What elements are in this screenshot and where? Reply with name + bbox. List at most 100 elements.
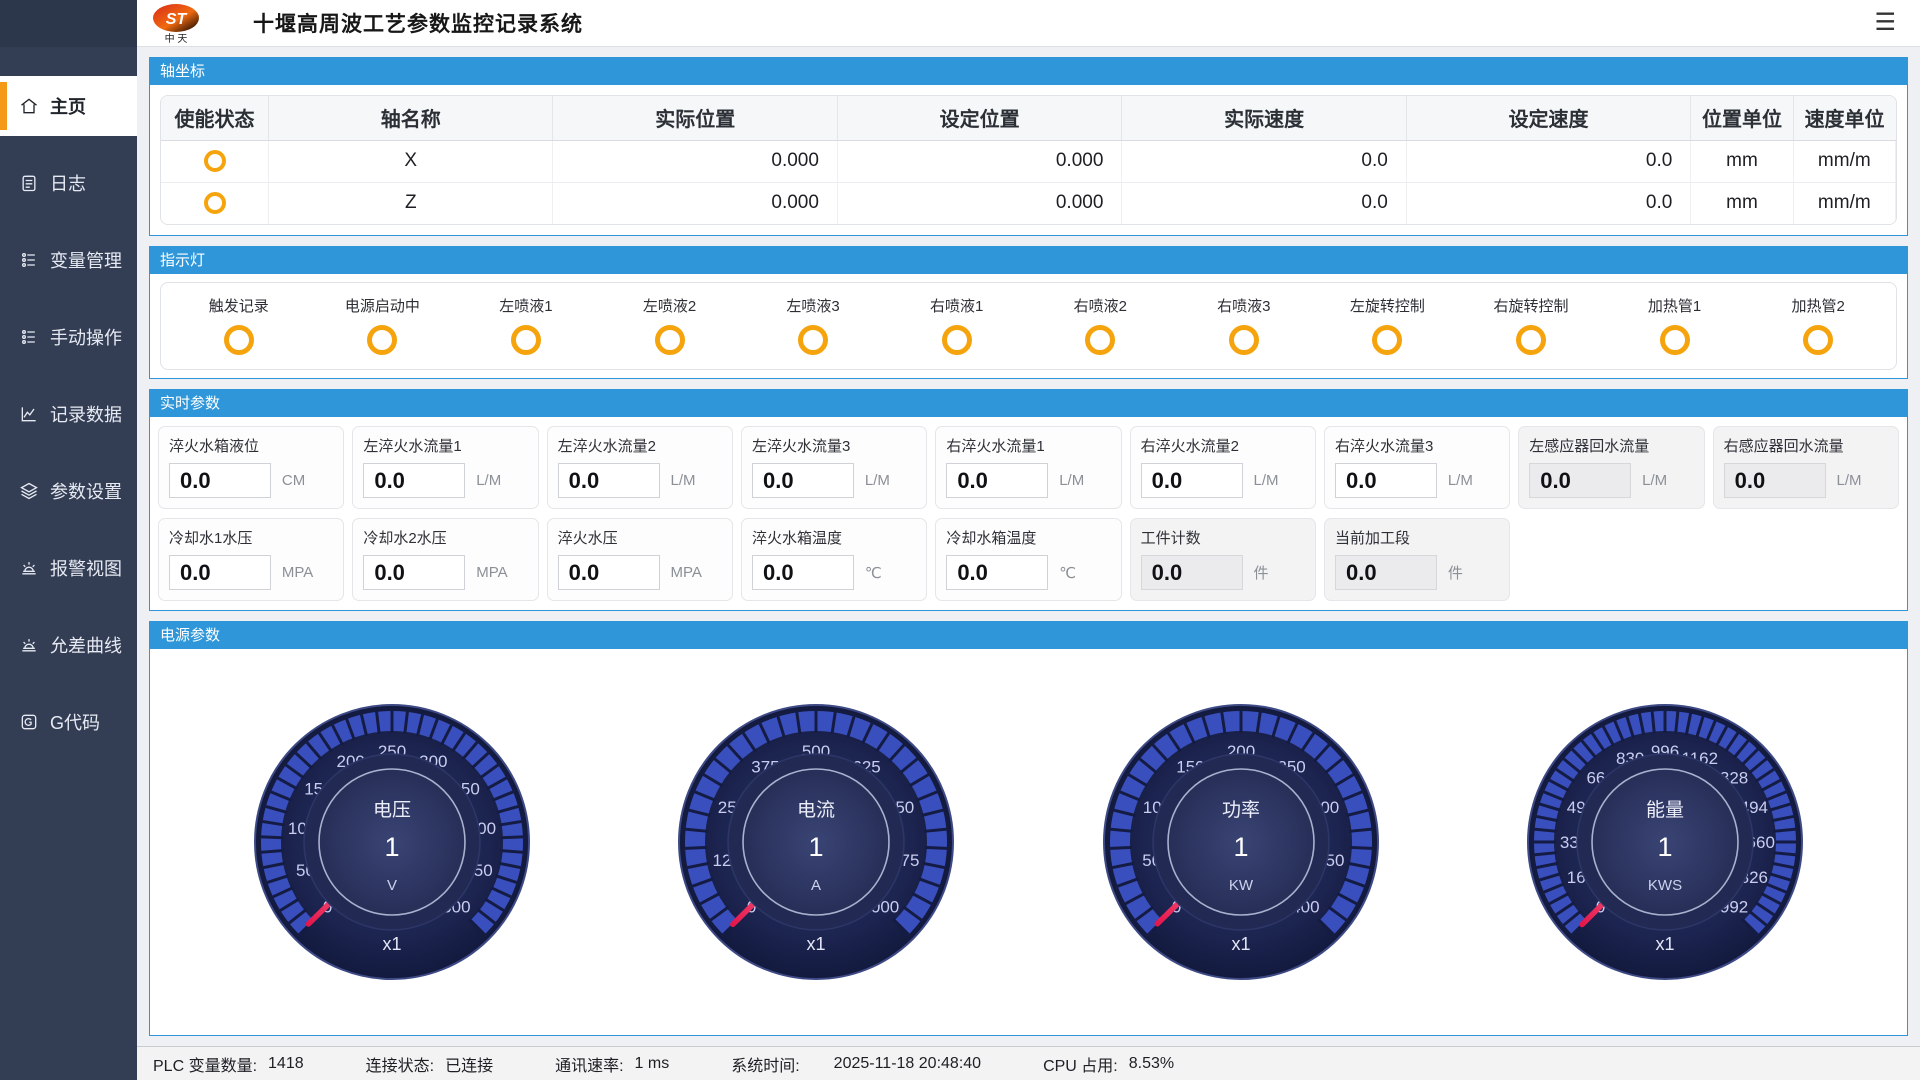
- sidebar-item-home[interactable]: 主页: [0, 76, 137, 136]
- indicator-item: 右喷液2: [1028, 295, 1172, 355]
- sidebar-item-label: 参数设置: [50, 478, 122, 504]
- realtime-param-card: 左淬火水流量20.0L/M: [547, 426, 733, 509]
- param-line: 0.0 ℃: [752, 555, 916, 590]
- hamburger-icon[interactable]: ☰: [1868, 7, 1902, 39]
- indicator-item: 左喷液2: [598, 295, 742, 355]
- realtime-param-card: 左淬火水流量30.0L/M: [741, 426, 927, 509]
- axis-col-header: 使能状态: [161, 96, 269, 140]
- indicator-item: 加热管1: [1603, 295, 1747, 355]
- list-icon: [18, 249, 40, 271]
- param-value-input[interactable]: 0.0: [169, 555, 271, 590]
- gauge-电压: 050100150200250300350400450500电压1Vx1: [252, 702, 532, 982]
- param-unit: L/M: [1448, 472, 1473, 489]
- axis-col-header: 位置单位: [1691, 96, 1793, 140]
- logo-caption: 中 天: [165, 32, 188, 44]
- param-value-input[interactable]: 0.0: [1724, 463, 1826, 498]
- status-label: 系统时间:: [731, 1052, 799, 1076]
- gcode-icon: [18, 711, 40, 733]
- indicator-item: 左喷液3: [741, 295, 885, 355]
- realtime-param-card: 淬火水压0.0MPA: [547, 518, 733, 601]
- sidebar: 主页日志变量管理手动操作记录数据参数设置报警视图允差曲线 G代码: [0, 0, 137, 1080]
- sidebar-item-label: 手动操作: [50, 324, 122, 350]
- indicator-lamp-icon: [942, 325, 972, 355]
- status-item: PLC 变量数量:1418: [153, 1052, 304, 1076]
- sidebar-item-label: 日志: [50, 170, 86, 196]
- table-row: X0.0000.0000.00.0mmmm/m: [161, 140, 1896, 182]
- realtime-param-card: 右感应器回水流量0.0L/M: [1713, 426, 1899, 509]
- realtime-param-card: 淬火水箱液位 0.0 CM: [158, 426, 344, 509]
- sidebar-item-2[interactable]: 变量管理: [0, 230, 137, 290]
- indicator-lamp-icon: [367, 325, 397, 355]
- power-panel: 电源参数 050100150200250300350400450500电压1Vx…: [149, 621, 1908, 1036]
- param-label: 冷却水1水压: [169, 527, 333, 548]
- param-line: 0.0L/M: [946, 463, 1110, 498]
- param-value-input[interactable]: 0.0: [1141, 555, 1243, 590]
- param-line: 0.0 件: [1141, 555, 1305, 590]
- param-line: 0.0℃: [946, 555, 1110, 590]
- status-label: PLC 变量数量:: [153, 1052, 257, 1076]
- speed-unit-cell: mm/m: [1793, 140, 1895, 182]
- param-label: 当前加工段: [1335, 527, 1499, 548]
- param-value-input[interactable]: 0.0: [363, 555, 465, 590]
- indicator-label: 触发记录: [209, 295, 269, 316]
- param-value-input[interactable]: 0.0: [363, 463, 465, 498]
- svg-text:KW: KW: [1229, 877, 1254, 894]
- actual-position-cell: 0.000: [553, 140, 837, 182]
- position-unit-cell: mm: [1691, 140, 1793, 182]
- param-unit: CM: [282, 472, 305, 489]
- indicator-label: 右旋转控制: [1493, 295, 1568, 316]
- param-unit: 件: [1254, 562, 1269, 583]
- param-unit: L/M: [1254, 472, 1279, 489]
- param-value-input[interactable]: 0.0: [946, 463, 1048, 498]
- sidebar-item-1[interactable]: 日志: [0, 153, 137, 213]
- sidebar-item-7[interactable]: 允差曲线: [0, 615, 137, 675]
- param-label: 淬火水压: [558, 527, 722, 548]
- svg-text:ST: ST: [166, 11, 188, 28]
- indicator-label: 加热管1: [1648, 295, 1701, 316]
- sidebar-item-6[interactable]: 报警视图: [0, 538, 137, 598]
- param-value-input[interactable]: 0.0: [1141, 463, 1243, 498]
- svg-text:功率: 功率: [1222, 799, 1260, 821]
- indicator-label: 右喷液2: [1074, 295, 1127, 316]
- svg-text:1: 1: [809, 832, 824, 862]
- axis-table-card: 使能状态轴名称实际位置设定位置实际速度设定速度位置单位速度单位 X0.0000.…: [160, 95, 1897, 225]
- indicators-panel-body: 触发记录电源启动中左喷液1左喷液2左喷液3右喷液1右喷液2右喷液3左旋转控制右旋…: [150, 274, 1907, 378]
- param-value-input[interactable]: 0.0: [752, 463, 854, 498]
- power-panel-title: 电源参数: [150, 622, 1907, 649]
- gauge-电流: 01252503755006257508751000电流1Ax1: [676, 702, 956, 982]
- axis-name-cell: Z: [269, 182, 553, 224]
- param-value-input[interactable]: 0.0: [1335, 463, 1437, 498]
- param-value-input[interactable]: 0.0: [1335, 555, 1437, 590]
- indicator-lamp-icon: [511, 325, 541, 355]
- param-label: 淬火水箱液位: [169, 435, 333, 456]
- param-line: 0.0MPA: [169, 555, 333, 590]
- sidebar-item-3[interactable]: 手动操作: [0, 307, 137, 367]
- param-value-input[interactable]: 0.0: [169, 463, 271, 498]
- param-value-input[interactable]: 0.0: [752, 555, 854, 590]
- sidebar-item-label: 报警视图: [50, 555, 122, 581]
- param-label: 淬火水箱温度: [752, 527, 916, 548]
- realtime-param-card: 右淬火水流量20.0L/M: [1130, 426, 1316, 509]
- set-position-cell: 0.000: [837, 182, 1121, 224]
- log-icon: [18, 172, 40, 194]
- sidebar-item-5[interactable]: 参数设置: [0, 461, 137, 521]
- actual-position-cell: 0.000: [553, 182, 837, 224]
- axis-name-cell: X: [269, 140, 553, 182]
- param-label: 左感应器回水流量: [1529, 435, 1693, 456]
- svg-text:1: 1: [1657, 832, 1672, 862]
- speed-unit-cell: mm/m: [1793, 182, 1895, 224]
- param-value-input[interactable]: 0.0: [946, 555, 1048, 590]
- param-value-input[interactable]: 0.0: [558, 463, 660, 498]
- sidebar-item-4[interactable]: 记录数据: [0, 384, 137, 444]
- indicator-lamp-icon: [798, 325, 828, 355]
- param-value-input[interactable]: 0.0: [1529, 463, 1631, 498]
- param-line: 0.0件: [1335, 555, 1499, 590]
- param-value-input[interactable]: 0.0: [558, 555, 660, 590]
- param-line: 0.0MPA: [363, 555, 527, 590]
- indicator-lamp-icon: [1660, 325, 1690, 355]
- indicators-card: 触发记录电源启动中左喷液1左喷液2左喷液3右喷液1右喷液2右喷液3左旋转控制右旋…: [160, 282, 1897, 370]
- gauge-能量: 0166332498664830996116213281494166018261…: [1525, 702, 1805, 982]
- sidebar-item-8[interactable]: G代码: [0, 692, 137, 752]
- indicator-item: 左旋转控制: [1316, 295, 1460, 355]
- param-unit: ℃: [865, 564, 882, 582]
